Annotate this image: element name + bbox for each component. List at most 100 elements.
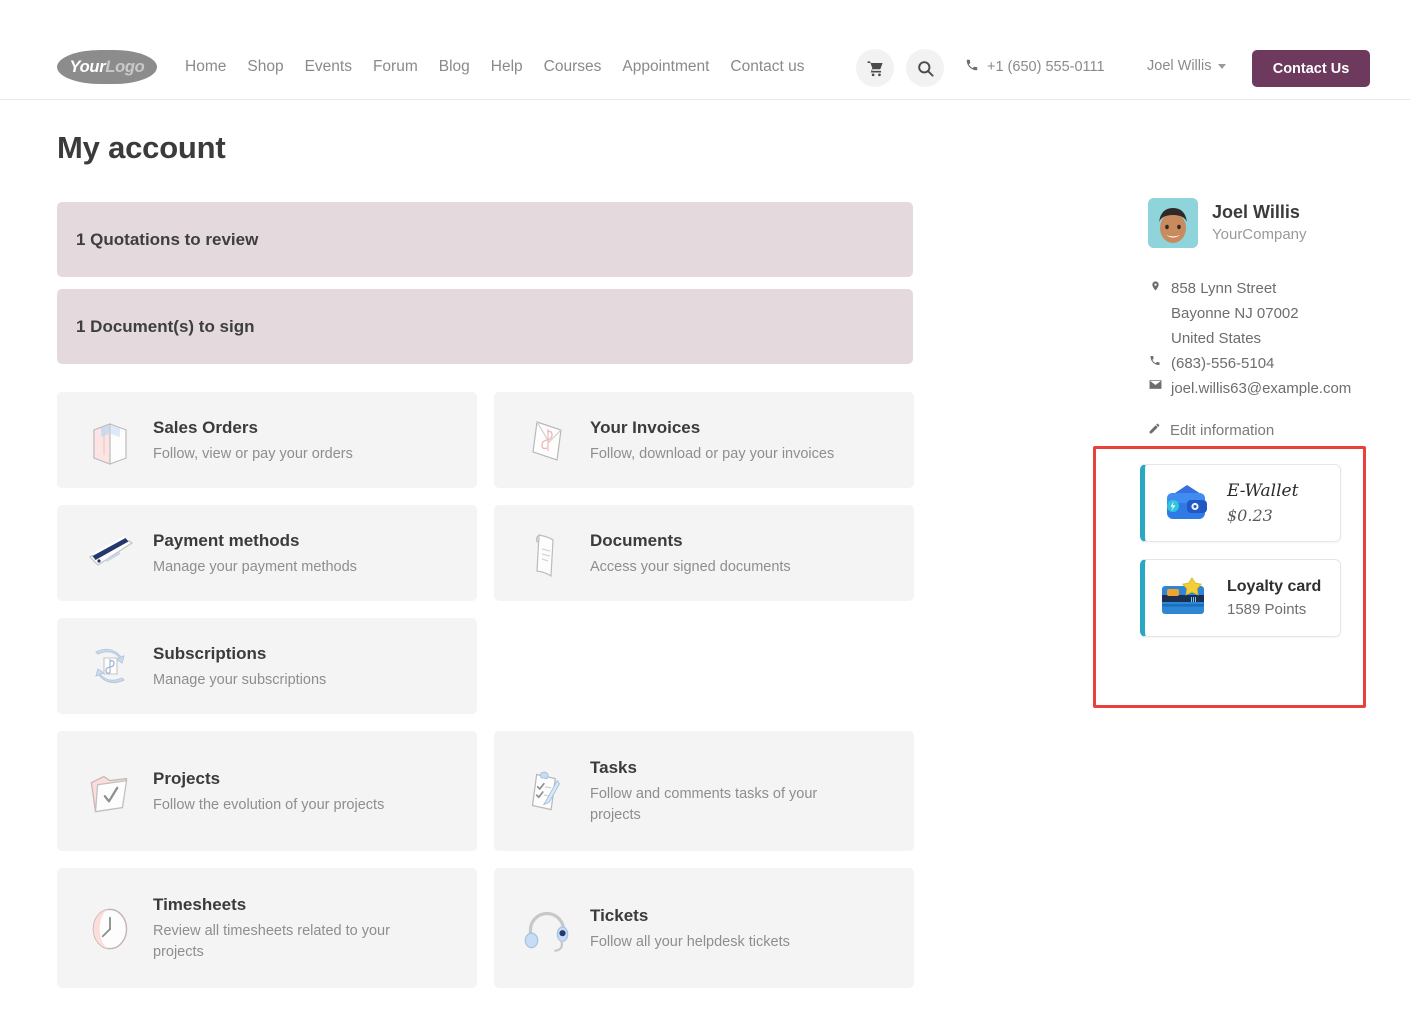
nav-item-appointment[interactable]: Appointment bbox=[622, 56, 709, 78]
card-title: Projects bbox=[153, 768, 221, 788]
card-title: Tasks bbox=[590, 758, 637, 777]
address-line-2: Bayonne NJ 07002 bbox=[1171, 305, 1299, 322]
nav-item-help[interactable]: Help bbox=[491, 56, 523, 78]
shopping-bag-icon bbox=[73, 403, 147, 477]
card-row: Subscriptions Manage your subscriptions bbox=[57, 618, 914, 714]
card-tasks[interactable]: Tasks Follow and comments tasks of your … bbox=[494, 731, 914, 851]
card-subtitle: Follow, view or pay your orders bbox=[153, 445, 353, 462]
clock-icon bbox=[73, 891, 147, 965]
clipboard-task-icon bbox=[510, 754, 584, 828]
card-your-invoices[interactable]: Your Invoices Follow, download or pay yo… bbox=[494, 392, 914, 488]
address-block: 858 Lynn Street Bayonne NJ 07002 United … bbox=[1148, 276, 1398, 351]
folder-check-icon bbox=[73, 754, 147, 828]
contact-us-button[interactable]: Contact Us bbox=[1252, 50, 1370, 87]
sidebar-profile-header: Joel Willis YourCompany bbox=[1148, 198, 1398, 248]
card-subtitle: Manage your payment methods bbox=[153, 558, 357, 575]
card-title: Tickets bbox=[590, 905, 649, 925]
account-sidebar: Joel Willis YourCompany 858 Lynn Street … bbox=[1148, 198, 1398, 439]
page-title: My account bbox=[57, 130, 226, 165]
logo-part-one: Your bbox=[69, 57, 106, 76]
card-title: Subscriptions bbox=[153, 643, 267, 663]
nav-item-courses[interactable]: Courses bbox=[544, 56, 602, 78]
nav-item-shop[interactable]: Shop bbox=[247, 56, 283, 78]
card-subtitle: Review all timesheets related to your pr… bbox=[153, 923, 390, 960]
sidebar-phone-row: (683)-556-5104 bbox=[1148, 351, 1398, 376]
card-row: Sales Orders Follow, view or pay your or… bbox=[57, 392, 914, 488]
card-row: Payment methods Manage your payment meth… bbox=[57, 505, 914, 601]
header-phone[interactable]: +1 (650) 555-0111 bbox=[965, 58, 1105, 76]
sidebar-phone-number: (683)-556-5104 bbox=[1171, 355, 1275, 372]
wallet-card-value: 1589 Points bbox=[1227, 601, 1307, 618]
card-subtitle: Access your signed documents bbox=[590, 558, 791, 575]
sidebar-email-row: joel.willis63@example.com bbox=[1148, 376, 1398, 401]
nav-item-home[interactable]: Home bbox=[185, 56, 226, 78]
wallet-card-loyalty-card[interactable]: Loyalty card 1589 Points bbox=[1140, 559, 1341, 637]
chevron-down-icon bbox=[1218, 63, 1227, 69]
sidebar-company-name: YourCompany bbox=[1212, 226, 1307, 243]
wallet-icon bbox=[1155, 476, 1217, 530]
card-title: Payment methods bbox=[153, 530, 300, 550]
phone-icon bbox=[965, 58, 979, 76]
wallet-card-title: E-Wallet bbox=[1227, 481, 1299, 501]
card-tickets[interactable]: Tickets Follow all your helpdesk tickets bbox=[494, 868, 914, 988]
wallet-cards-container: E-Wallet $0.23 Loyalty card 1589 Points bbox=[1140, 464, 1341, 654]
nav-item-contact-us[interactable]: Contact us bbox=[730, 56, 804, 78]
card-subtitle: Follow, download or pay your invoices bbox=[590, 445, 835, 462]
map-pin-icon bbox=[1148, 276, 1162, 351]
edit-information-link[interactable]: Edit information bbox=[1148, 422, 1398, 439]
header-phone-number: +1 (650) 555-0111 bbox=[987, 59, 1105, 75]
wallet-card-e-wallet[interactable]: E-Wallet $0.23 bbox=[1140, 464, 1341, 542]
card-title: Sales Orders bbox=[153, 417, 258, 437]
nav-item-forum[interactable]: Forum bbox=[373, 56, 418, 78]
edit-information-label: Edit information bbox=[1170, 422, 1275, 439]
pencil-icon bbox=[1148, 422, 1161, 439]
card-subtitle: Follow and comments tasks of your projec… bbox=[590, 786, 818, 823]
wallet-card-value: $0.23 bbox=[1227, 506, 1273, 525]
main-navigation: Home Shop Events Forum Blog Help Courses… bbox=[185, 56, 805, 78]
account-cards-group-secondary: Projects Follow the evolution of your pr… bbox=[57, 731, 914, 1005]
address-line-3: United States bbox=[1171, 330, 1262, 347]
subscription-recycle-icon bbox=[73, 629, 147, 703]
card-title: Timesheets bbox=[153, 895, 247, 914]
card-projects[interactable]: Projects Follow the evolution of your pr… bbox=[57, 731, 477, 851]
alert-quotations-to-review[interactable]: 1 Quotations to review bbox=[57, 202, 913, 277]
site-header: Your Logo Home Shop Events Forum Blog Hel… bbox=[0, 0, 1410, 100]
site-logo[interactable]: Your Logo bbox=[57, 50, 157, 84]
card-title: Documents bbox=[590, 530, 683, 550]
logo-part-two: Logo bbox=[105, 57, 145, 76]
phone-icon bbox=[1148, 351, 1162, 376]
user-menu-label: Joel Willis bbox=[1147, 58, 1212, 74]
card-sales-orders[interactable]: Sales Orders Follow, view or pay your or… bbox=[57, 392, 477, 488]
address-line-1: 858 Lynn Street bbox=[1171, 280, 1277, 297]
search-icon[interactable] bbox=[906, 49, 944, 87]
grid-spacer bbox=[494, 618, 914, 714]
nav-item-blog[interactable]: Blog bbox=[439, 56, 470, 78]
account-cards-group-primary: Sales Orders Follow, view or pay your or… bbox=[57, 392, 914, 731]
loyalty-card-icon bbox=[1155, 571, 1217, 625]
alert-documents-to-sign[interactable]: 1 Document(s) to sign bbox=[57, 289, 913, 364]
user-menu[interactable]: Joel Willis bbox=[1147, 58, 1227, 74]
card-timesheets[interactable]: Timesheets Review all timesheets related… bbox=[57, 868, 477, 988]
card-row: Timesheets Review all timesheets related… bbox=[57, 868, 914, 988]
credit-card-icon bbox=[73, 516, 147, 590]
headset-icon bbox=[510, 891, 584, 965]
avatar bbox=[1148, 198, 1198, 248]
card-subscriptions[interactable]: Subscriptions Manage your subscriptions bbox=[57, 618, 477, 714]
sidebar-email-address: joel.willis63@example.com bbox=[1171, 380, 1352, 397]
alerts-container: 1 Quotations to review 1 Document(s) to … bbox=[57, 202, 913, 376]
invoice-envelope-icon bbox=[510, 403, 584, 477]
card-row: Projects Follow the evolution of your pr… bbox=[57, 731, 914, 851]
card-title: Your Invoices bbox=[590, 417, 701, 437]
wallet-card-title: Loyalty card bbox=[1227, 578, 1322, 595]
document-scroll-icon bbox=[510, 516, 584, 590]
card-subtitle: Follow the evolution of your projects bbox=[153, 796, 385, 813]
card-payment-methods[interactable]: Payment methods Manage your payment meth… bbox=[57, 505, 477, 601]
card-subtitle: Manage your subscriptions bbox=[153, 671, 327, 688]
sidebar-user-name: Joel Willis bbox=[1212, 202, 1300, 222]
sidebar-contact-info: 858 Lynn Street Bayonne NJ 07002 United … bbox=[1148, 276, 1398, 401]
card-documents[interactable]: Documents Access your signed documents bbox=[494, 505, 914, 601]
shopping-cart-icon[interactable] bbox=[856, 49, 894, 87]
card-subtitle: Follow all your helpdesk tickets bbox=[590, 933, 790, 950]
nav-item-events[interactable]: Events bbox=[305, 56, 352, 78]
envelope-icon bbox=[1148, 376, 1162, 401]
